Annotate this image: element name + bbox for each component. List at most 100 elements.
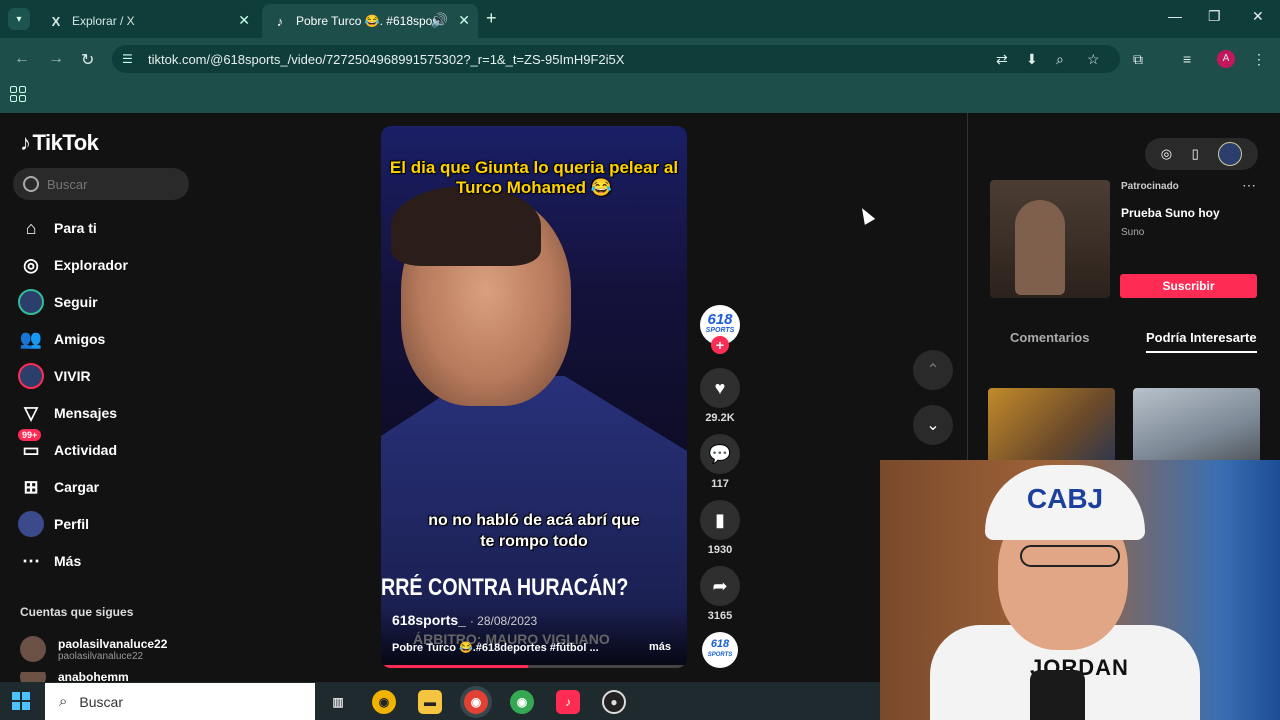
nav-label: Cargar xyxy=(54,479,100,495)
save-action[interactable]: ▮ 1930 xyxy=(700,500,740,556)
mobile-icon[interactable]: ▯ xyxy=(1192,146,1199,162)
more-icon: ⋯ xyxy=(22,550,40,571)
following-header: Cuentas que sigues xyxy=(20,605,134,619)
video-subtitle: no no habló de acá abrí que te rompo tod… xyxy=(428,512,640,550)
video-author[interactable]: 618sports_ · 28/08/2023 xyxy=(392,612,537,628)
like-action[interactable]: ♥ 29.2K xyxy=(700,368,740,424)
webcam-overlay: JORDAN CABJ xyxy=(880,460,1280,720)
avatar xyxy=(20,672,46,682)
ad-more-icon[interactable]: ⋯ xyxy=(1242,177,1256,194)
video-player[interactable]: El dia que Giunta lo queria pelear al Tu… xyxy=(381,126,687,668)
profile-icon xyxy=(18,511,44,537)
tab-comments[interactable]: Comentarios xyxy=(1010,330,1089,345)
video-progress-bar[interactable] xyxy=(381,665,687,668)
zoom-icon[interactable]: ⌕ xyxy=(1056,51,1064,68)
inbox-icon: ▭ 99+ xyxy=(18,429,44,463)
address-bar[interactable]: ☰ tiktok.com/@618sports_/video/727250496… xyxy=(112,45,1120,73)
reload-icon[interactable]: ↻ xyxy=(81,50,94,70)
tiktok-logo[interactable]: ♪ TikTok xyxy=(20,130,99,156)
search-box[interactable] xyxy=(13,168,189,200)
previous-video-button[interactable]: ⌃ xyxy=(913,350,953,390)
share-action[interactable]: ➦ 3165 xyxy=(700,566,740,622)
bookmark-star-icon[interactable]: ☆ xyxy=(1087,51,1100,68)
nav-perfil[interactable]: Perfil xyxy=(18,509,89,539)
following-account[interactable]: anabohemm xyxy=(20,672,129,682)
nav-mas[interactable]: ⋯ Más xyxy=(18,546,81,576)
close-tab-icon[interactable]: ✕ xyxy=(238,12,250,29)
follow-button[interactable]: + xyxy=(711,336,729,354)
nav-cargar[interactable]: ⊞ Cargar xyxy=(18,472,99,502)
nav-label: Para ti xyxy=(54,220,97,236)
home-icon: ⌂ xyxy=(25,217,37,238)
nav-explorador[interactable]: ◎ Explorador xyxy=(18,250,128,280)
nav-seguir[interactable]: Seguir xyxy=(18,287,98,317)
media-control-icon[interactable]: ≡ xyxy=(1183,51,1191,67)
close-window-icon[interactable]: ✕ xyxy=(1252,8,1264,25)
url-text[interactable]: tiktok.com/@618sports_/video/72725049689… xyxy=(148,52,624,67)
account-name: paolasilvanaluce22 xyxy=(58,636,168,651)
nav-vivir[interactable]: VIVIR xyxy=(18,361,91,391)
windows-start-icon[interactable] xyxy=(12,692,30,710)
comment-count: 117 xyxy=(711,478,729,490)
install-app-icon[interactable]: ⬇ xyxy=(1026,51,1038,68)
obs-icon[interactable]: ● xyxy=(602,690,626,714)
tab-search-button[interactable]: ▾ xyxy=(8,8,30,30)
logo-text: TikTok xyxy=(32,130,99,155)
close-tab-icon[interactable]: ✕ xyxy=(458,12,470,29)
translate-icon[interactable]: ⇄ xyxy=(996,51,1008,68)
speaker-icon[interactable]: 🔊 xyxy=(431,12,448,29)
comment-action[interactable]: 💬 117 xyxy=(700,434,740,490)
compass-icon[interactable]: ◎ xyxy=(1161,146,1172,162)
music-disc[interactable]: 618 SPORTS xyxy=(702,632,738,668)
ad-thumbnail[interactable] xyxy=(990,180,1110,298)
ad-image-person xyxy=(1015,200,1065,295)
nav-para-ti[interactable]: ⌂ Para ti xyxy=(18,213,97,243)
nav-actividad[interactable]: ▭ 99+ Actividad xyxy=(18,429,117,465)
next-video-button[interactable]: ⌄ xyxy=(913,405,953,445)
forward-icon[interactable]: → xyxy=(48,50,64,68)
file-explorer-icon[interactable]: ▬ xyxy=(418,690,442,714)
account-handle: paolasilvanaluce22 xyxy=(58,650,144,662)
heart-icon[interactable]: ♥ xyxy=(700,368,740,408)
tiktok-app-icon[interactable]: ♪ xyxy=(556,690,580,714)
bookmarks-bar xyxy=(0,80,1280,113)
share-icon[interactable]: ➦ xyxy=(700,566,740,606)
ad-title[interactable]: Prueba Suno hoy xyxy=(1121,206,1220,220)
nav-amigos[interactable]: 👥 Amigos xyxy=(18,324,106,354)
apps-grid-icon[interactable] xyxy=(10,86,26,102)
comment-icon[interactable]: 💬 xyxy=(700,434,740,474)
minimize-icon[interactable]: — xyxy=(1168,8,1182,24)
author-name[interactable]: 618sports_ xyxy=(392,612,466,628)
profile-avatar[interactable]: A xyxy=(1217,50,1235,68)
subscribe-button[interactable]: Suscribir xyxy=(1120,274,1257,298)
tab-explorar-x[interactable]: X Explorar / X ✕ xyxy=(38,4,258,38)
taskbar-search[interactable]: ⌕ Buscar xyxy=(45,683,315,720)
avatar xyxy=(20,636,46,662)
webcam-glasses xyxy=(1020,545,1120,567)
nav-mensajes[interactable]: ▽ Mensajes xyxy=(18,398,117,428)
search-input[interactable] xyxy=(47,176,177,192)
like-count: 29.2K xyxy=(705,412,735,424)
tab-might-interest[interactable]: Podría Interesarte xyxy=(1146,330,1257,353)
restore-icon[interactable]: ❐ xyxy=(1208,8,1221,25)
bookmark-icon[interactable]: ▮ xyxy=(700,500,740,540)
chrome-profile-icon[interactable]: ◉ xyxy=(464,690,488,714)
nav-label: Perfil xyxy=(54,516,90,532)
disc-text: 618 xyxy=(710,638,730,650)
chrome-icon[interactable]: ◉ xyxy=(510,690,534,714)
more-link[interactable]: más xyxy=(649,641,671,653)
tab-tiktok-video[interactable]: ♪ Pobre Turco 😂. #618sports 🔊 ✕ xyxy=(262,4,478,38)
following-account[interactable]: paolasilvanaluce22 paolasilvanaluce22 xyxy=(20,636,167,662)
recommended-video-thumbnail[interactable] xyxy=(988,388,1115,468)
task-view-icon[interactable]: ▥ xyxy=(326,690,350,714)
recommended-video-thumbnail[interactable] xyxy=(1133,388,1260,468)
back-icon[interactable]: ← xyxy=(14,50,30,68)
new-tab-button[interactable]: + xyxy=(486,8,497,29)
post-date: · 28/08/2023 xyxy=(469,614,538,628)
nav-label: Más xyxy=(54,553,82,569)
extensions-icon[interactable]: ⧉ xyxy=(1133,51,1143,68)
site-info-icon[interactable]: ☰ xyxy=(122,52,140,66)
chrome-dev-icon[interactable]: ◉ xyxy=(372,690,396,714)
profile-avatar[interactable] xyxy=(1218,142,1243,166)
menu-kebab-icon[interactable]: ⋮ xyxy=(1252,51,1266,68)
